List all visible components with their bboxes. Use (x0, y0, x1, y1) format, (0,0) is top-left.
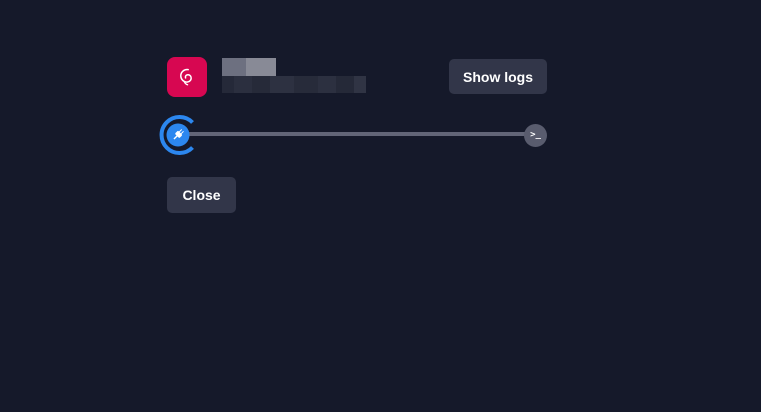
show-logs-button[interactable]: Show logs (449, 59, 547, 94)
progress-track (178, 132, 536, 136)
close-button[interactable]: Close (167, 177, 236, 213)
terminal-icon: >_ (524, 124, 547, 147)
host-name (222, 58, 276, 76)
debian-logo-icon (167, 57, 207, 97)
debian-swirl-icon (180, 68, 192, 86)
connection-dialog: Show logs >_ Close (0, 0, 761, 412)
connecting-spinner (159, 115, 194, 155)
host-subtitle (222, 76, 366, 93)
